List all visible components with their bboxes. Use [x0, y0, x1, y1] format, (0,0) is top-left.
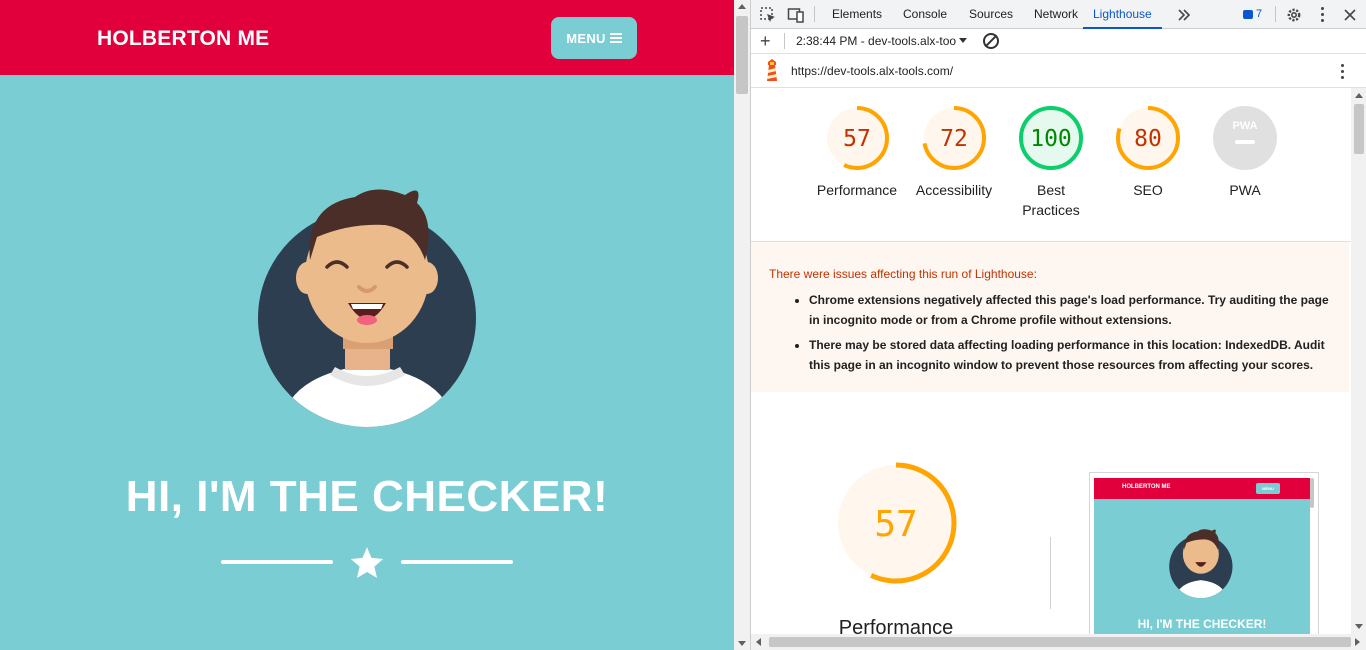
star-icon: [350, 547, 384, 578]
report-url-bar: https://dev-tools.alx-tools.com/: [751, 55, 1366, 88]
lighthouse-report: 57 Performance 72 Accessibility 100 Best Prac…: [751, 88, 1351, 634]
divider-line-right: [401, 560, 513, 564]
report-menu-icon[interactable]: [1340, 64, 1344, 80]
hamburger-icon: [609, 33, 622, 43]
scroll-right-arrow-icon[interactable]: [1355, 638, 1360, 646]
warning-item: Chrome extensions negatively affected th…: [809, 290, 1331, 330]
section-divider: [1050, 537, 1051, 609]
score-gauge-performance[interactable]: 57 Performance: [807, 104, 907, 200]
page-screenshot-thumbnail[interactable]: HOLBERTON ME MENU HI, I'M THE CHECKER!: [1089, 472, 1319, 634]
pwa-badge-circle: [1213, 106, 1277, 170]
warning-item: There may be stored data affecting loadi…: [809, 335, 1331, 375]
thumbnail-page: HOLBERTON ME MENU HI, I'M THE CHECKER!: [1094, 478, 1310, 634]
issues-badge[interactable]: 7: [1243, 8, 1262, 20]
gauge-score: 72: [940, 126, 968, 152]
thumbnail-scrollbar: [1310, 478, 1314, 508]
more-options-icon[interactable]: [1320, 7, 1324, 23]
double-chevron-icon[interactable]: [1175, 6, 1193, 24]
divider-line-left: [221, 560, 333, 564]
toolbar-separator: [814, 6, 815, 22]
close-icon[interactable]: [1341, 6, 1359, 24]
scroll-up-arrow-icon[interactable]: [738, 4, 746, 9]
website-viewport: HOLBERTON ME MENU HI, I'M THE CHECKER!: [0, 0, 734, 650]
thumbnail-headline: HI, I'M THE CHECKER!: [1137, 617, 1267, 631]
warning-box: There were issues affecting this run of …: [751, 242, 1349, 392]
scroll-down-arrow-icon[interactable]: [738, 641, 746, 646]
gear-icon[interactable]: [1285, 6, 1303, 24]
screen: HOLBERTON ME MENU HI, I'M THE CHECKER! E…: [0, 0, 1366, 650]
device-toolbar-icon[interactable]: [787, 6, 805, 24]
tab-console[interactable]: Console: [903, 0, 947, 29]
thumbnail-menu-button: MENU: [1256, 483, 1280, 494]
gauge-label: SEO: [1133, 182, 1163, 198]
avatar-illustration: [258, 189, 476, 427]
pwa-dash: [1235, 140, 1255, 144]
new-report-icon[interactable]: +: [760, 31, 771, 51]
inspect-element-icon[interactable]: [759, 6, 777, 24]
score-gauge-ring: 80: [1116, 106, 1180, 170]
performance-large-score: 57: [874, 504, 917, 545]
thumbnail-brand: HOLBERTON ME: [1122, 484, 1171, 490]
scroll-up-arrow-icon[interactable]: [1355, 93, 1363, 98]
scroll-down-arrow-icon[interactable]: [1355, 624, 1363, 629]
warning-title: There were issues affecting this run of …: [769, 267, 1037, 281]
devtools-panel: Elements Console Sources Network Lightho…: [750, 0, 1366, 650]
gauge-label: Performance: [816, 182, 898, 198]
score-gauge-ring: 100: [1019, 106, 1083, 170]
site-brand[interactable]: HOLBERTON ME: [97, 27, 269, 51]
menu-button[interactable]: MENU: [551, 17, 637, 59]
message-icon: [1243, 9, 1253, 19]
gauge-label: Best Practices: [1022, 182, 1080, 218]
report-selector[interactable]: 2:38:44 PM - dev-tools.alx-too: [796, 34, 956, 48]
score-gauge-best-practices[interactable]: 100 Best Practices: [1001, 104, 1101, 220]
gauge-label: PWA: [1229, 182, 1261, 198]
gauge-label: Accessibility: [915, 182, 993, 198]
tab-sources[interactable]: Sources: [969, 0, 1013, 29]
gauge-score: 57: [843, 126, 871, 152]
scroll-left-arrow-icon[interactable]: [756, 638, 761, 646]
pwa-badge-text: PWA: [1232, 120, 1257, 132]
report-scrollbar[interactable]: [1351, 88, 1366, 634]
scrollbar-thumb[interactable]: [769, 637, 1351, 647]
site-navbar: HOLBERTON ME MENU: [0, 0, 734, 75]
gauge-score: 100: [1030, 126, 1072, 152]
thumbnail-navbar: HOLBERTON ME MENU: [1094, 478, 1310, 499]
performance-large-label: Performance: [838, 617, 954, 634]
toolbar-separator: [784, 33, 785, 49]
score-gauges: 57 Performance 72 Accessibility 100 Best Prac…: [751, 88, 1351, 242]
star-divider: [221, 545, 513, 581]
warning-list: Chrome extensions negatively affected th…: [809, 290, 1331, 380]
score-gauge-seo[interactable]: 80 SEO: [1098, 104, 1198, 200]
score-gauge-ring: PWA: [1213, 106, 1277, 170]
tab-network[interactable]: Network: [1034, 0, 1078, 29]
performance-gauge-large[interactable]: 57 Performance: [831, 458, 961, 634]
audited-url: https://dev-tools.alx-tools.com/: [791, 64, 954, 78]
hero-headline: HI, I'M THE CHECKER!: [125, 472, 609, 521]
scrollbar-thumb[interactable]: [1354, 104, 1364, 154]
thumbnail-avatar: [1169, 529, 1233, 599]
devtools-tab-bar: Elements Console Sources Network Lightho…: [751, 0, 1366, 29]
website-scrollbar[interactable]: [734, 0, 750, 650]
tab-lighthouse[interactable]: Lighthouse: [1083, 0, 1162, 29]
tab-elements[interactable]: Elements: [832, 0, 882, 29]
score-gauge-accessibility[interactable]: 72 Accessibility: [904, 104, 1004, 200]
scrollbar-thumb[interactable]: [736, 16, 748, 94]
performance-large-gauge-ring: 57: [835, 462, 957, 584]
chevron-down-icon[interactable]: [959, 38, 967, 43]
score-gauge-ring: 72: [922, 106, 986, 170]
score-gauge-pwa[interactable]: PWA PWA: [1195, 104, 1295, 200]
toolbar-separator: [1275, 6, 1276, 22]
lighthouse-logo-icon: [767, 59, 777, 81]
clear-reports-icon[interactable]: [983, 33, 999, 49]
score-gauge-ring: 57: [825, 106, 889, 170]
issues-count: 7: [1256, 8, 1263, 20]
menu-button-label: MENU: [566, 30, 606, 46]
gauge-score: 80: [1134, 126, 1162, 152]
horizontal-scrollbar[interactable]: [751, 634, 1366, 650]
lighthouse-toolbar: + 2:38:44 PM - dev-tools.alx-too: [751, 29, 1366, 54]
